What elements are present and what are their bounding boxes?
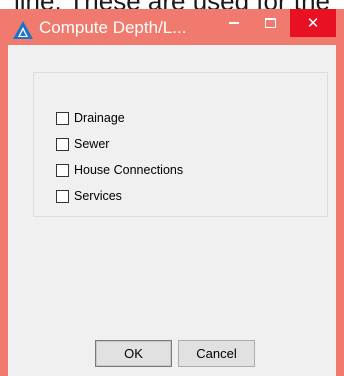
drainage-label[interactable]: Drainage bbox=[74, 110, 125, 126]
checkbox-row-house-connections[interactable]: House Connections bbox=[56, 162, 183, 178]
cancel-button[interactable]: Cancel bbox=[178, 340, 255, 367]
checkbox-row-sewer[interactable]: Sewer bbox=[56, 136, 109, 152]
close-button[interactable]: ✕ bbox=[290, 9, 336, 37]
maximize-button[interactable] bbox=[255, 9, 285, 37]
checkbox-row-drainage[interactable]: Drainage bbox=[56, 110, 125, 126]
services-label[interactable]: Services bbox=[74, 188, 122, 204]
services-checkbox[interactable] bbox=[56, 189, 69, 203]
ok-button[interactable]: OK bbox=[95, 340, 172, 367]
sewer-checkbox[interactable] bbox=[56, 137, 69, 151]
sewer-label[interactable]: Sewer bbox=[74, 136, 109, 152]
window-title: Compute Depth/L... bbox=[39, 18, 187, 37]
options-group-box: Drainage Sewer House Connections Service… bbox=[33, 72, 328, 217]
title-bar[interactable]: Compute Depth/L... ✕ bbox=[0, 9, 344, 45]
minimize-icon bbox=[229, 22, 239, 24]
house-connections-checkbox[interactable] bbox=[56, 163, 69, 177]
maximize-icon bbox=[264, 18, 276, 28]
checkbox-row-services[interactable]: Services bbox=[56, 188, 122, 204]
dialog-client-area: Drainage Sewer House Connections Service… bbox=[8, 45, 336, 376]
drainage-checkbox[interactable] bbox=[56, 111, 69, 125]
app-logo-icon bbox=[13, 21, 33, 39]
minimize-button[interactable] bbox=[219, 9, 249, 37]
close-icon: ✕ bbox=[306, 14, 320, 32]
house-connections-label[interactable]: House Connections bbox=[74, 162, 183, 178]
compute-depth-dialog: Compute Depth/L... ✕ Drainage Sewer Hous… bbox=[0, 9, 344, 376]
